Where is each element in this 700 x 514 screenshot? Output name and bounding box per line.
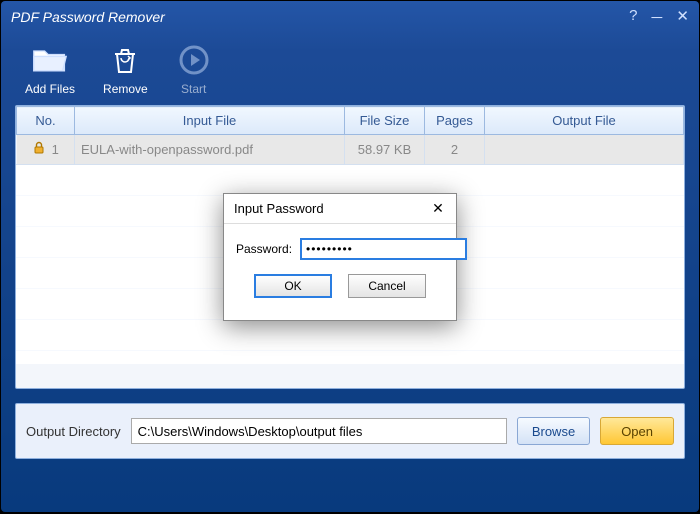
app-title: PDF Password Remover — [11, 9, 165, 25]
help-icon[interactable]: ? — [629, 7, 637, 28]
add-files-label: Add Files — [25, 82, 75, 96]
footer-bar: Output Directory Browse Open — [15, 403, 685, 459]
row-pages: 2 — [425, 135, 485, 165]
col-header-input-file[interactable]: Input File — [75, 107, 345, 135]
row-input-file: EULA-with-openpassword.pdf — [75, 135, 345, 165]
start-button[interactable]: Start — [176, 42, 212, 96]
row-file-size: 58.97 KB — [345, 135, 425, 165]
output-dir-input[interactable] — [131, 418, 507, 444]
row-no: 1 — [52, 142, 59, 157]
trash-recycle-icon — [107, 42, 143, 78]
add-files-button[interactable]: Add Files — [25, 42, 75, 96]
toolbar: Add Files Remove Start — [1, 33, 699, 105]
lock-icon — [32, 141, 46, 158]
col-header-file-size[interactable]: File Size — [345, 107, 425, 135]
col-header-pages[interactable]: Pages — [425, 107, 485, 135]
remove-label: Remove — [103, 82, 148, 96]
remove-button[interactable]: Remove — [103, 42, 148, 96]
row-output-file — [485, 135, 684, 165]
table-empty-area — [16, 164, 684, 364]
close-icon[interactable]: ✕ — [676, 7, 689, 28]
col-header-output-file[interactable]: Output File — [485, 107, 684, 135]
file-table: No. Input File File Size Pages Output Fi… — [16, 106, 684, 164]
minimize-icon[interactable]: － — [649, 7, 664, 28]
file-table-panel: No. Input File File Size Pages Output Fi… — [15, 105, 685, 389]
window-controls: ? － ✕ — [629, 7, 689, 28]
start-label: Start — [181, 82, 206, 96]
table-row[interactable]: 1 EULA-with-openpassword.pdf 58.97 KB 2 — [17, 135, 684, 165]
titlebar: PDF Password Remover ? － ✕ — [1, 1, 699, 33]
open-button[interactable]: Open — [600, 417, 674, 445]
app-window: PDF Password Remover ? － ✕ Add Files Rem… — [1, 1, 699, 512]
play-icon — [176, 42, 212, 78]
output-dir-label: Output Directory — [26, 424, 121, 439]
folder-add-icon — [32, 42, 68, 78]
browse-button[interactable]: Browse — [517, 417, 590, 445]
col-header-no[interactable]: No. — [17, 107, 75, 135]
